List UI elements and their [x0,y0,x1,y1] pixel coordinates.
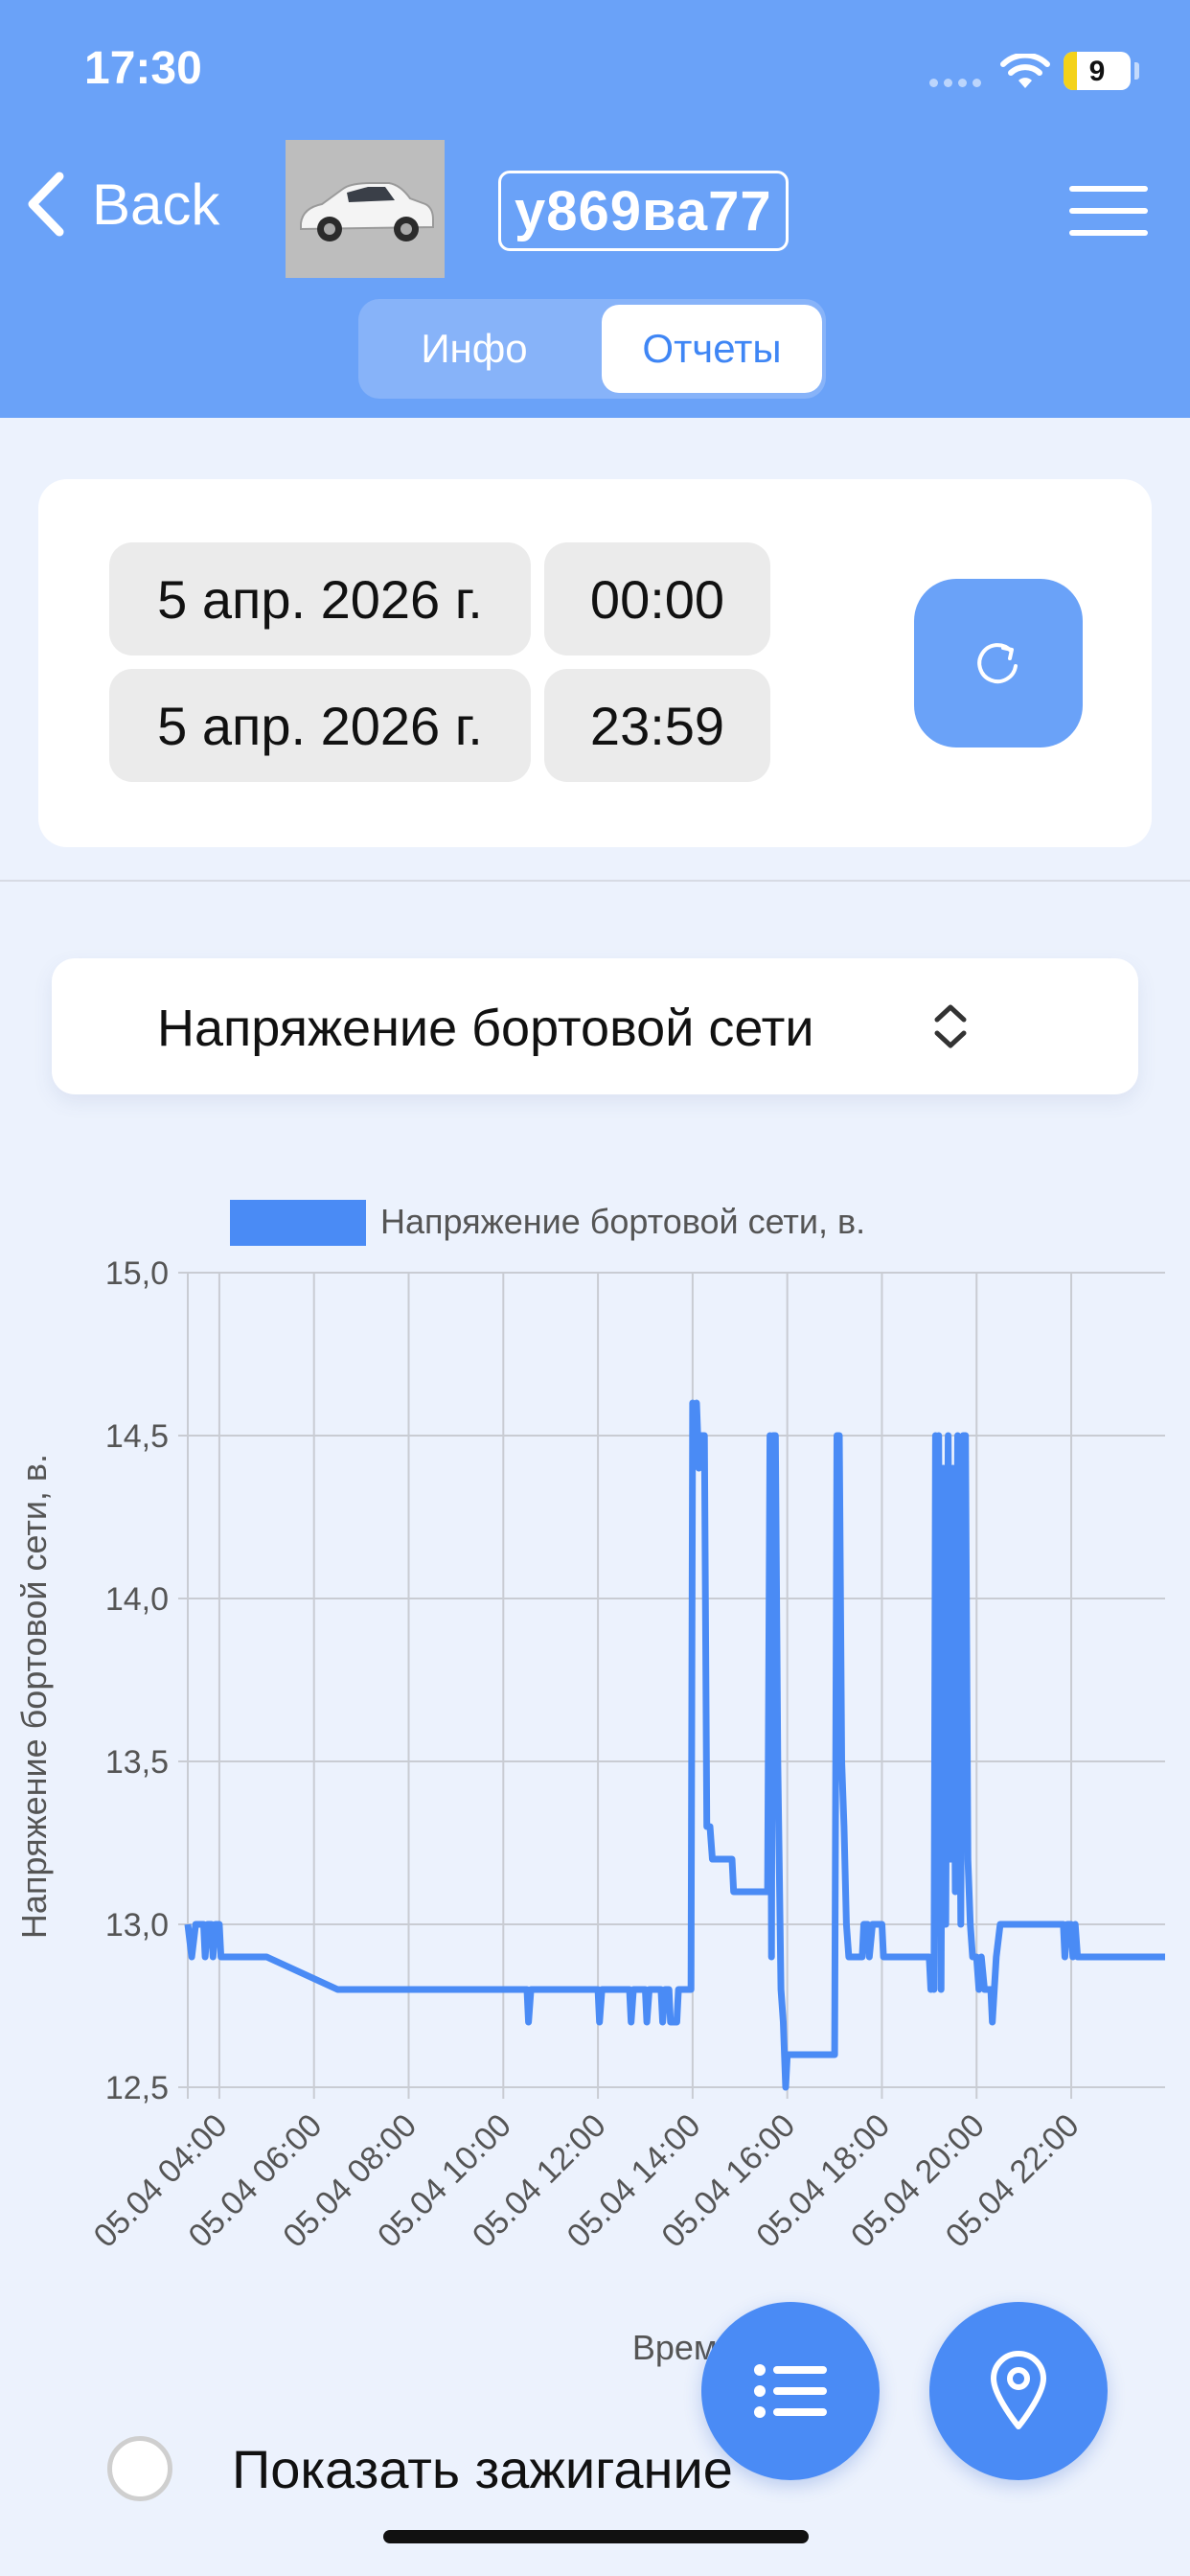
end-date-picker[interactable]: 5 апр. 2026 г. [109,669,531,782]
segmented-control: Инфо Отчеты [358,299,826,399]
vehicle-photo[interactable] [286,140,445,278]
report-type-value: Напряжение бортовой сети [157,1000,814,1057]
start-time-picker[interactable]: 00:00 [544,542,770,656]
report-type-select[interactable]: Напряжение бортовой сети [52,958,1138,1094]
voltage-chart: Напряжение бортовой сети, в. 15,0 14,5 14,… [0,1179,1190,2386]
end-time-picker[interactable]: 23:59 [544,669,770,782]
y-axis-label: Напряжение бортовой сети, в. [14,1454,54,1939]
map-button[interactable] [929,2302,1108,2480]
wifi-icon [1000,54,1050,88]
home-indicator [383,2530,809,2543]
list-button[interactable] [701,2302,880,2480]
status-time: 17:30 [84,43,202,94]
chevron-left-icon [28,172,64,237]
chevron-up-down-icon [934,1004,967,1048]
license-plate: у869ва77 [498,171,789,251]
y-tick-label: 15,0 [105,1255,169,1292]
tab-reports[interactable]: Отчеты [602,305,822,393]
legend-label: Напряжение бортовой сети, в. [380,1202,865,1241]
ignition-toggle[interactable]: Показать зажигание [107,2436,733,2501]
list-icon [754,2364,827,2418]
refresh-icon [977,643,1018,684]
date-range-card: 5 апр. 2026 г. 00:00 5 апр. 2026 г. 23:5… [38,479,1152,847]
map-pin-icon [991,2351,1046,2429]
hamburger-menu-icon[interactable] [1069,186,1148,236]
chart-grid [178,1272,1165,2099]
cellular-signal-icon [929,79,981,87]
tab-info[interactable]: Инфо [364,305,584,393]
x-axis-ticks: 05.04 04:0005.04 06:0005.04 08:0005.04 1… [87,2107,1087,2255]
car-icon [300,182,434,242]
battery-level: 9 [1088,56,1106,87]
legend-swatch [230,1200,366,1246]
y-tick-label: 12,5 [105,2070,169,2106]
back-label: Back [92,172,220,237]
refresh-button[interactable] [914,579,1083,748]
ignition-radio[interactable] [107,2436,172,2501]
y-tick-label: 13,5 [105,1744,169,1781]
y-tick-label: 13,0 [105,1907,169,1944]
y-axis-ticks: 15,0 14,5 14,0 13,5 13,0 12,5 [105,1255,169,2106]
chart-svg: Напряжение бортовой сети, в. 15,0 14,5 14,… [14,1200,1165,2367]
ignition-label: Показать зажигание [232,2438,733,2499]
section-divider [0,880,1190,882]
back-button[interactable]: Back [25,171,219,238]
series-line-voltage [184,1399,1165,2091]
y-tick-label: 14,0 [105,1581,169,1618]
start-date-picker[interactable]: 5 апр. 2026 г. [109,542,531,656]
y-tick-label: 14,5 [105,1418,169,1455]
app-header: 17:30 9 Back у869ва77 Инфо Отчеты [0,0,1190,418]
battery-tip [1134,62,1139,80]
battery-icon: 9 [1064,52,1131,90]
